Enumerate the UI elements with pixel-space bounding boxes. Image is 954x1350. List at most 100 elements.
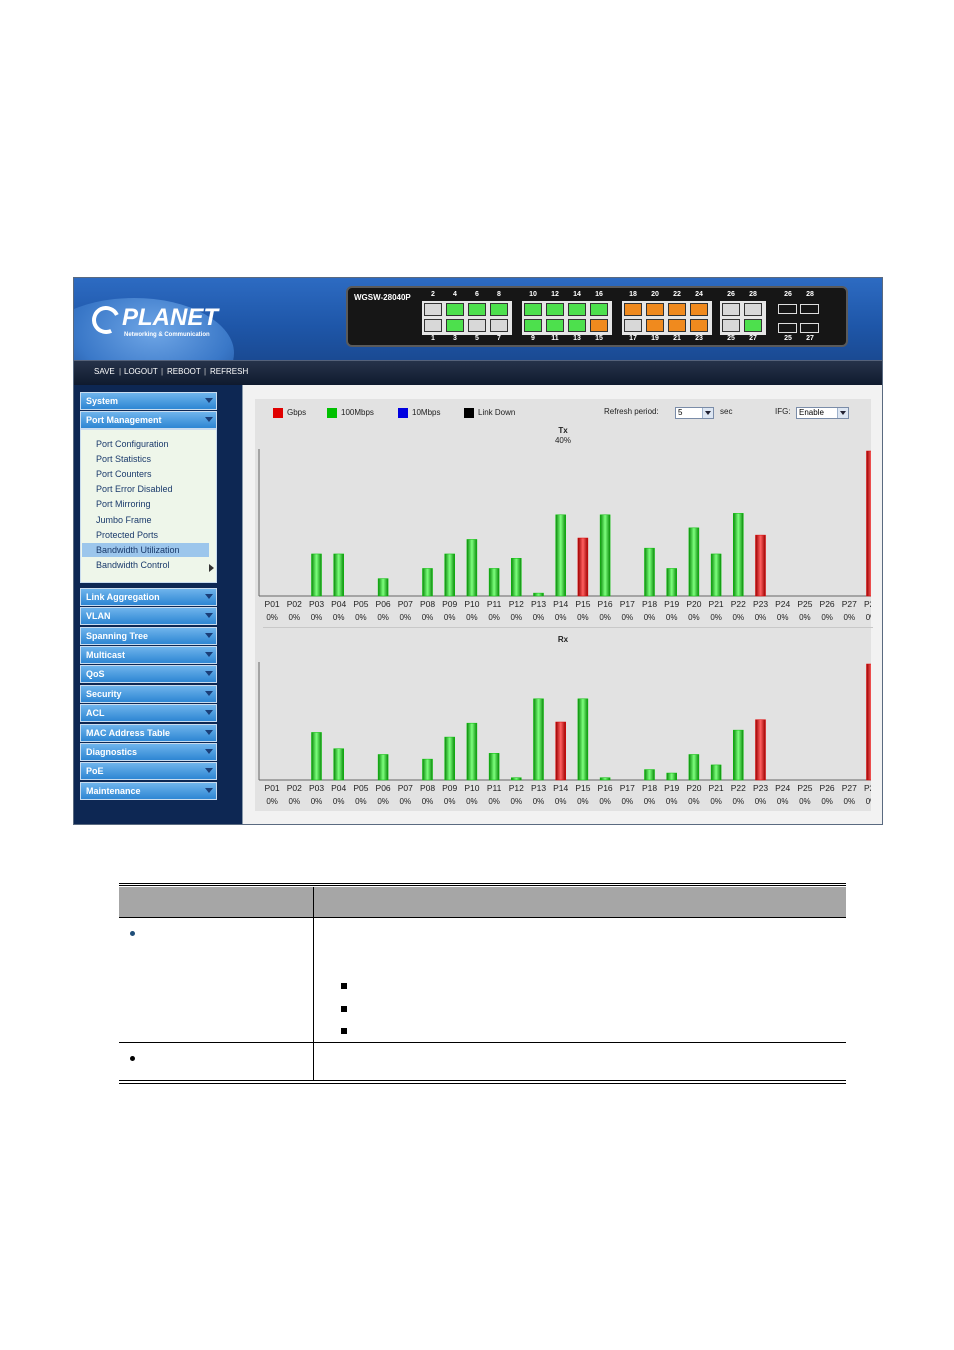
port-5[interactable] <box>468 319 486 332</box>
port-9[interactable] <box>524 319 542 332</box>
logout-button[interactable]: LOGOUT <box>124 367 158 376</box>
port-16[interactable] <box>590 303 608 316</box>
menu-label: MAC Address Table <box>86 728 171 738</box>
menu-qos[interactable]: QoS <box>80 665 217 683</box>
rx-tick-label: P10 <box>464 783 479 793</box>
table-header-row <box>119 887 846 917</box>
menu-port-management[interactable]: Port Management <box>80 411 217 429</box>
submenu-port-statistics[interactable]: Port Statistics <box>82 452 209 466</box>
menu-acl[interactable]: ACL <box>80 704 217 722</box>
port-number-label: 18 <box>629 291 637 298</box>
tx-bar-p14 <box>555 514 566 597</box>
rx-value-label: 0% <box>622 797 634 806</box>
rx-value-label: 0% <box>577 797 589 806</box>
tx-bar-p21 <box>710 553 722 597</box>
table-top-rule <box>119 883 846 886</box>
save-button[interactable]: SAVE <box>94 367 115 376</box>
submenu-bandwidth-control[interactable]: Bandwidth Control <box>82 558 209 572</box>
port-number-label: 3 <box>453 335 457 342</box>
port-21[interactable] <box>668 319 686 332</box>
port-2[interactable] <box>424 303 442 316</box>
rx-value-label: 0% <box>488 797 500 806</box>
menu-vlan[interactable]: VLAN <box>80 607 217 625</box>
port-26[interactable] <box>722 303 740 316</box>
rx-tick-label: P06 <box>376 783 391 793</box>
port-14[interactable] <box>568 303 586 316</box>
port-7[interactable] <box>490 319 508 332</box>
menu-system[interactable]: System <box>80 392 217 410</box>
menu-spanning-tree[interactable]: Spanning Tree <box>80 627 217 645</box>
menu-label: Spanning Tree <box>86 631 149 641</box>
menu-poe[interactable]: PoE <box>80 762 217 780</box>
refresh-period-select[interactable]: 5 <box>675 407 714 419</box>
sfp-slot-28[interactable] <box>800 304 819 314</box>
sfp-slot-26[interactable] <box>778 304 797 314</box>
model-label: WGSW-28040P <box>354 293 411 302</box>
menu-mac-address-table[interactable]: MAC Address Table <box>80 724 217 742</box>
submenu-port-counters[interactable]: Port Counters <box>82 467 209 481</box>
ifg-select[interactable]: Enable <box>796 407 849 419</box>
rx-value-label: 0% <box>844 797 856 806</box>
port-13[interactable] <box>568 319 586 332</box>
menu-maintenance[interactable]: Maintenance <box>80 782 217 800</box>
rx-tick-label: P27 <box>842 783 857 793</box>
rx-value-label: 0% <box>444 797 456 806</box>
port-1[interactable] <box>424 319 442 332</box>
port-8[interactable] <box>490 303 508 316</box>
submenu-port-configuration[interactable]: Port Configuration <box>82 437 209 451</box>
port-20[interactable] <box>646 303 664 316</box>
rx-tick-label: P21 <box>709 783 724 793</box>
submenu-port-mirroring[interactable]: Port Mirroring <box>82 497 209 511</box>
port-3[interactable] <box>446 319 464 332</box>
menu-diagnostics[interactable]: Diagnostics <box>80 743 217 761</box>
port-number-label: 9 <box>531 335 535 342</box>
port-17[interactable] <box>624 319 642 332</box>
port-15[interactable] <box>590 319 608 332</box>
submenu-jumbo-frame[interactable]: Jumbo Frame <box>82 513 209 527</box>
tx-value-label: 0% <box>311 613 323 622</box>
port-25[interactable] <box>722 319 740 332</box>
refresh-button[interactable]: REFRESH <box>210 367 248 376</box>
submenu-port-error-disabled[interactable]: Port Error Disabled <box>82 482 209 496</box>
port-27[interactable] <box>744 319 762 332</box>
menu-multicast[interactable]: Multicast <box>80 646 217 664</box>
toolbar: SAVE | LOGOUT | REBOOT | REFRESH <box>74 360 882 385</box>
port-23[interactable] <box>690 319 708 332</box>
port-22[interactable] <box>668 303 686 316</box>
port-number-label: 15 <box>595 335 603 342</box>
rx-tick-label: P17 <box>620 783 635 793</box>
rx-tick-label: P08 <box>420 783 435 793</box>
ifg-label: IFG: <box>775 407 791 416</box>
sfp-slot-25[interactable] <box>778 323 797 333</box>
port-10[interactable] <box>524 303 542 316</box>
sfp-slot-27[interactable] <box>800 323 819 333</box>
tx-tick-label: P20 <box>686 599 701 609</box>
tx-tick-label: P07 <box>398 599 413 609</box>
rx-tick-label: P20 <box>686 783 701 793</box>
port-28[interactable] <box>744 303 762 316</box>
reboot-button[interactable]: REBOOT <box>167 367 201 376</box>
port-4[interactable] <box>446 303 464 316</box>
submenu-bandwidth-utilization[interactable]: Bandwidth Utilization <box>82 543 209 557</box>
port-number-label: 21 <box>673 335 681 342</box>
switch-front-panel: WGSW-28040P 2 1 4 3 6 5 8 7 10 9 12 11 14 13 16 15 18 17 2… <box>346 286 848 347</box>
menu-link-aggregation[interactable]: Link Aggregation <box>80 588 217 606</box>
port-number-label: 19 <box>651 335 659 342</box>
port-18[interactable] <box>624 303 642 316</box>
tx-value-label: 0% <box>644 613 656 622</box>
port-19[interactable] <box>646 319 664 332</box>
menu-label: Diagnostics <box>86 747 138 757</box>
port-number-label: 25 <box>784 335 792 342</box>
rx-tick-label: P14 <box>553 783 568 793</box>
menu-security[interactable]: Security <box>80 685 217 703</box>
port-11[interactable] <box>546 319 564 332</box>
chart-divider <box>263 627 873 628</box>
port-6[interactable] <box>468 303 486 316</box>
submenu-protected-ports[interactable]: Protected Ports <box>82 528 209 542</box>
tx-tick-label: P03 <box>309 599 324 609</box>
port-12[interactable] <box>546 303 564 316</box>
rx-tick-label: P13 <box>531 783 546 793</box>
port-24[interactable] <box>690 303 708 316</box>
tx-value-label: 0% <box>555 613 567 622</box>
toolbar-separator: | <box>204 367 207 376</box>
